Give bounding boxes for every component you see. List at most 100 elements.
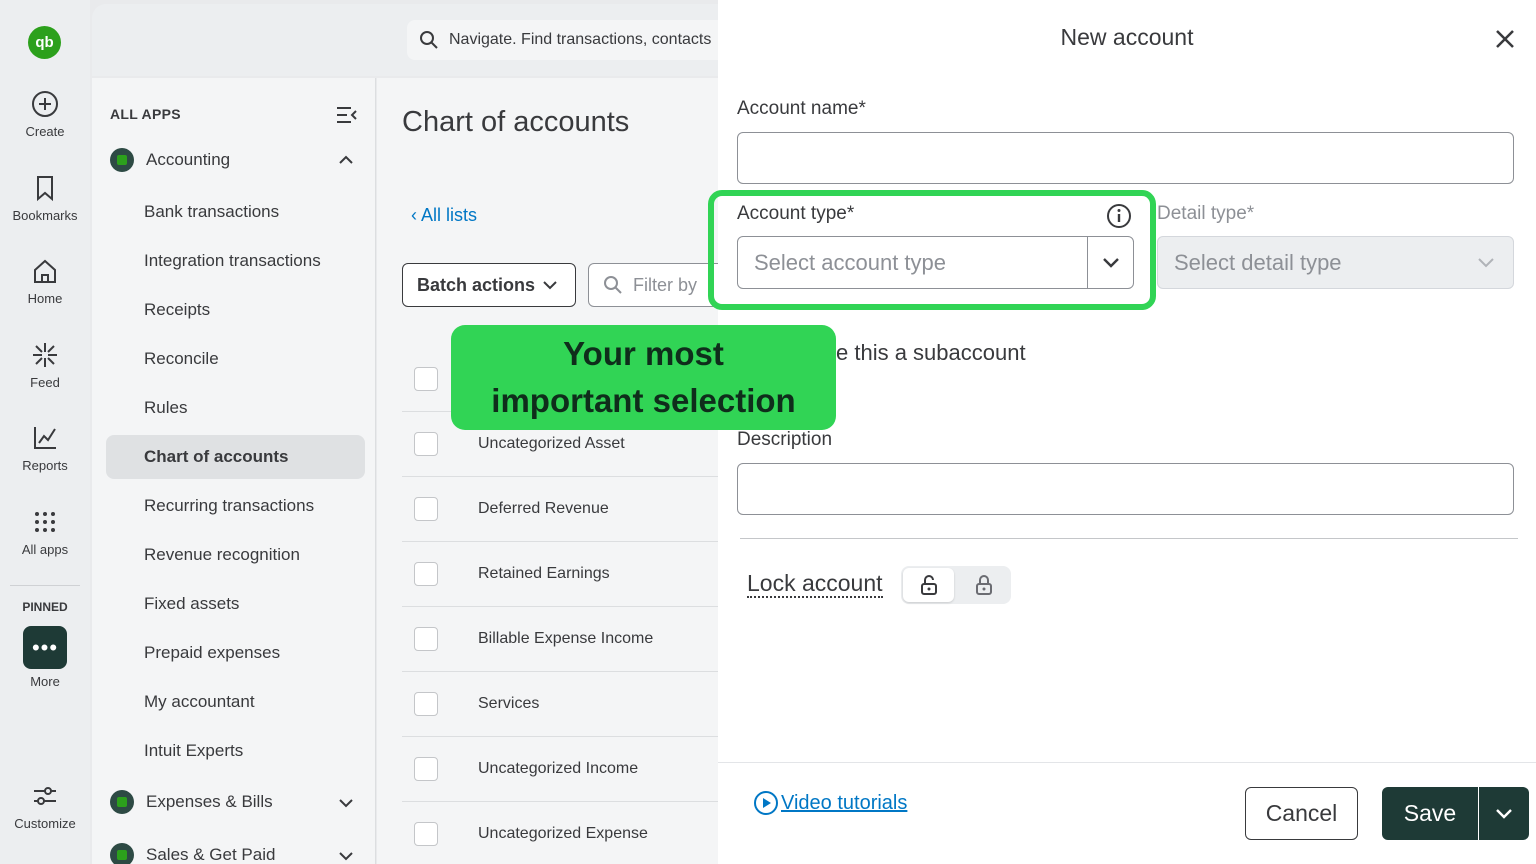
detail-type-placeholder: Select detail type (1174, 249, 1342, 275)
home-icon (34, 259, 56, 283)
account-name-field[interactable] (737, 132, 1514, 184)
row-checkbox[interactable] (414, 432, 438, 456)
drawer-title: New account (1060, 24, 1194, 50)
row-checkbox[interactable] (414, 627, 438, 651)
sidebar-item-intuit-experts[interactable]: Intuit Experts (144, 741, 243, 761)
reports-icon (34, 427, 56, 449)
select-all-checkbox[interactable] (414, 366, 438, 391)
nav-group-label: Sales & Get Paid (146, 845, 276, 864)
rail-home[interactable]: Home (0, 257, 90, 306)
lock-account-toggle[interactable] (901, 566, 1011, 604)
table-row[interactable]: Retained Earnings (402, 541, 722, 606)
table-row[interactable]: Uncategorized Income (402, 736, 722, 801)
quickbooks-logo[interactable]: qb (28, 26, 61, 59)
more-dots-icon: ••• (31, 634, 59, 660)
nav-group-sales-get-paid[interactable]: Sales & Get Paid (110, 843, 275, 864)
account-name-cell: Uncategorized Expense (478, 825, 648, 842)
chevron-down-icon (543, 281, 557, 290)
table-row[interactable]: Deferred Revenue (402, 476, 722, 541)
subaccount-toggle-label[interactable]: e this a subaccount (836, 340, 1026, 366)
sidebar-item-rules[interactable]: Rules (144, 398, 187, 418)
row-checkbox[interactable] (414, 692, 438, 716)
chevron-up-icon[interactable] (338, 154, 354, 166)
new-account-drawer: New account (718, 0, 1536, 864)
filter-placeholder: Filter by (633, 274, 698, 295)
batch-actions-label: Batch actions (417, 274, 536, 295)
row-checkbox[interactable] (414, 562, 438, 586)
rail-create[interactable]: Create (0, 90, 90, 139)
callout-line-2: important selection (491, 382, 796, 419)
rail-bookmarks[interactable]: Bookmarks (0, 174, 90, 223)
rail-reports[interactable]: Reports (0, 424, 90, 473)
row-checkbox[interactable] (414, 497, 438, 521)
account-type-dropdown-toggle[interactable] (1087, 237, 1133, 288)
cancel-button[interactable]: Cancel (1245, 787, 1358, 840)
rail-divider (10, 585, 80, 586)
unlock-option[interactable] (903, 568, 954, 602)
all-lists-link[interactable]: ‹ All lists (411, 205, 477, 226)
more-button[interactable]: ••• (23, 626, 67, 669)
sidebar-item-bank-transactions[interactable]: Bank transactions (144, 202, 279, 222)
rail-feed[interactable]: Feed (0, 341, 90, 390)
collapse-menu-icon[interactable] (336, 106, 358, 124)
save-button[interactable]: Save (1382, 787, 1478, 840)
pinned-label: PINNED (22, 600, 68, 614)
account-type-select[interactable]: Select account type (737, 236, 1134, 289)
search-icon (420, 31, 438, 49)
chevron-down-icon[interactable] (338, 797, 354, 809)
account-name-cell: Services (478, 695, 540, 712)
account-name-cell: Uncategorized Income (478, 760, 639, 777)
table-row[interactable]: Services (402, 671, 722, 736)
page-title: Chart of accounts (402, 106, 630, 138)
batch-actions-button[interactable]: Batch actions (402, 263, 576, 307)
sidebar-item-revenue-recognition[interactable]: Revenue recognition (144, 545, 300, 565)
sidebar-item-my-accountant[interactable]: My accountant (144, 692, 255, 712)
rail-customize[interactable]: Customize (0, 782, 90, 831)
info-icon[interactable] (1106, 203, 1132, 229)
global-search-input[interactable]: Navigate. Find transactions, contacts (407, 20, 737, 60)
all-lists-label: All lists (421, 205, 478, 225)
save-options-dropdown[interactable] (1479, 787, 1529, 840)
row-checkbox[interactable] (414, 822, 438, 846)
detail-type-select[interactable]: Select detail type (1157, 236, 1514, 289)
callout-line-1: Your most (563, 335, 724, 372)
sliders-icon (34, 787, 56, 805)
section-divider (740, 538, 1518, 539)
sidebar-item-receipts[interactable]: Receipts (144, 300, 210, 320)
chevron-down-icon[interactable] (338, 850, 354, 862)
sidebar-item-reconcile[interactable]: Reconcile (144, 349, 219, 369)
description-field[interactable] (737, 463, 1514, 515)
bookmark-icon (37, 176, 53, 202)
sales-app-icon (110, 843, 134, 864)
rail-all-apps[interactable]: All apps (0, 508, 90, 557)
lock-icon (975, 575, 992, 595)
sidebar-item-recurring-transactions[interactable]: Recurring transactions (144, 496, 314, 516)
account-name-cell: Uncategorized Asset (478, 435, 625, 452)
rail-reports-label: Reports (22, 458, 68, 473)
sidebar-item-prepaid-expenses[interactable]: Prepaid expenses (144, 643, 280, 663)
account-type-label: Account type* (737, 203, 855, 224)
play-circle-icon (754, 791, 778, 815)
account-name-cell: Deferred Revenue (478, 500, 609, 517)
search-placeholder: Navigate. Find transactions, contacts (449, 31, 712, 48)
app-sidebar: ALL APPS Accounting Bank transactions In… (92, 78, 376, 864)
grid-icon (35, 512, 55, 532)
nav-group-accounting[interactable]: Accounting (110, 148, 230, 172)
sidebar-item-fixed-assets[interactable]: Fixed assets (144, 594, 239, 614)
nav-group-expenses-bills[interactable]: Expenses & Bills (110, 790, 273, 814)
lock-option[interactable] (958, 568, 1009, 602)
table-row[interactable]: Billable Expense Income (402, 606, 722, 671)
table-row[interactable]: Uncategorized Expense (402, 801, 722, 864)
sidebar-item-integration-transactions[interactable]: Integration transactions (144, 251, 321, 271)
lock-account-label[interactable]: Lock account (747, 570, 883, 598)
row-checkbox[interactable] (414, 757, 438, 781)
video-tutorials-link[interactable]: Video tutorials (753, 790, 907, 816)
filter-input[interactable]: Filter by (588, 263, 728, 307)
main-content: Chart of accounts ‹ All lists Batch acti… (377, 78, 728, 864)
plus-circle-icon (32, 91, 58, 117)
rail-bookmarks-label: Bookmarks (12, 208, 78, 223)
footer-divider (718, 762, 1536, 763)
close-icon[interactable] (1494, 28, 1516, 50)
sidebar-item-chart-of-accounts[interactable]: Chart of accounts (144, 447, 289, 467)
unlocked-icon (920, 575, 937, 595)
